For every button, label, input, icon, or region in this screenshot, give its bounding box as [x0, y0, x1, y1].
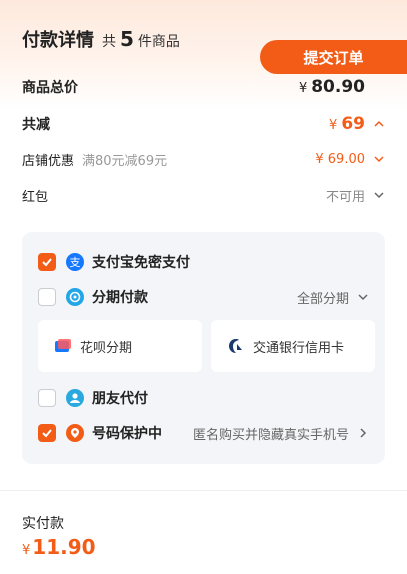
paid-amount: ¥11.90 [22, 535, 96, 559]
shop-discount-row[interactable]: 店铺优惠 满80元减69元 ¥ 69.00 [22, 148, 385, 170]
installment-checkbox[interactable] [38, 288, 56, 306]
redpacket-status: 不可用 [325, 189, 365, 205]
chevron-down-icon[interactable] [373, 189, 385, 201]
goods-total-amount: ¥80.90 [298, 77, 365, 97]
reduce-label: 共减 [22, 117, 50, 133]
friend-pay-checkbox[interactable] [38, 389, 56, 407]
privacy-desc: 匿名购买并隐藏真实手机号 [192, 427, 349, 443]
redpacket-row[interactable]: 红包 不可用 [22, 184, 385, 206]
page-title: 付款详情 [22, 30, 94, 51]
privacy-icon [66, 424, 84, 442]
installment-all-selector[interactable]: 全部分期 [297, 288, 369, 307]
reduce-amount: ¥69 [329, 114, 365, 134]
bank-card-option[interactable]: 交通银行信用卡 [211, 320, 375, 372]
check-icon [42, 429, 52, 438]
payment-methods-panel: 支 支付宝免密支付 分期付款 全部分期 花呗分期 交通银行信用卡 朋友代付 号码… [22, 232, 385, 464]
chevron-down-icon [358, 294, 368, 301]
bank-label: 交通银行信用卡 [253, 340, 345, 356]
checkout-footer: 实付款 ¥11.90 [0, 490, 407, 574]
installment-all-label: 全部分期 [296, 291, 349, 307]
item-count-prefix: 共 [102, 34, 116, 50]
friend-pay-icon [66, 389, 84, 407]
svg-text:支: 支 [70, 256, 81, 269]
payment-details-header: 付款详情 共 5 件商品 [22, 26, 180, 54]
alipay-icon: 支 [66, 253, 84, 271]
friend-pay-label: 朋友代付 [92, 391, 148, 407]
shop-discount-amount: ¥ 69.00 [315, 151, 365, 167]
privacy-option[interactable]: 号码保护中 匿名购买并隐藏真实手机号 [38, 421, 369, 445]
installment-label: 分期付款 [92, 290, 148, 306]
alipay-option[interactable]: 支 支付宝免密支付 [38, 250, 369, 274]
privacy-checkbox[interactable] [38, 424, 56, 442]
shop-discount-label: 店铺优惠 [22, 153, 75, 169]
alipay-label: 支付宝免密支付 [92, 255, 190, 271]
huabei-installment-card[interactable]: 花呗分期 [38, 320, 202, 372]
submit-order-button[interactable]: 提交订单 [260, 40, 407, 74]
privacy-label: 号码保护中 [92, 426, 162, 442]
goods-total-row: 商品总价 ¥80.90 [22, 76, 385, 98]
goods-total-label: 商品总价 [22, 80, 78, 96]
huabei-icon [55, 339, 71, 352]
reduce-row[interactable]: 共减 ¥69 [22, 112, 385, 136]
chevron-right-icon [360, 428, 367, 438]
chevron-down-icon[interactable] [373, 153, 385, 165]
chevron-up-icon[interactable] [373, 118, 385, 130]
alipay-checkbox[interactable] [38, 253, 56, 271]
item-count-suffix: 件商品 [137, 34, 180, 50]
check-icon [42, 258, 52, 267]
redpacket-label: 红包 [22, 189, 49, 205]
paid-label: 实付款 [22, 516, 64, 532]
huabei-label: 花呗分期 [80, 340, 133, 356]
installment-icon [66, 288, 84, 306]
bank-icon [229, 339, 242, 353]
installment-option[interactable]: 分期付款 全部分期 [38, 285, 369, 309]
friend-pay-option[interactable]: 朋友代付 [38, 386, 369, 410]
privacy-detail-link[interactable]: 匿名购买并隐藏真实手机号 [193, 424, 369, 443]
item-count: 5 [120, 27, 134, 51]
shop-discount-desc: 满80元减69元 [82, 153, 168, 169]
